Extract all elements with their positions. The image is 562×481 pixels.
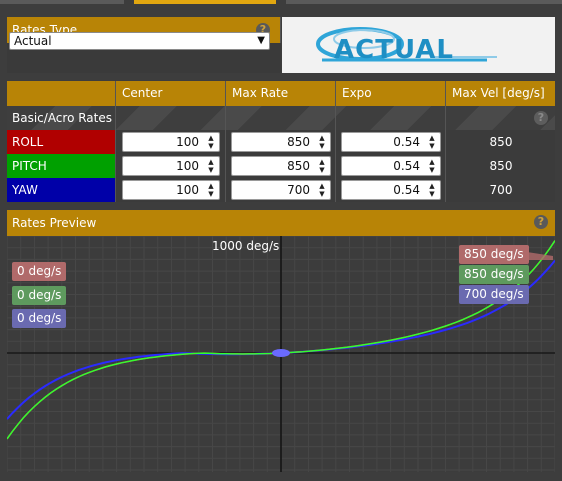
help-icon[interactable]: ? bbox=[534, 111, 548, 125]
stepper-icon[interactable]: ▲ ▼ bbox=[316, 134, 328, 150]
stepper-icon[interactable]: ▲ ▼ bbox=[205, 158, 217, 174]
rates-table: Center Sensitivity Max Rate Expo Max Vel… bbox=[7, 81, 555, 202]
actual-logo: ACTUAL bbox=[282, 17, 555, 73]
y-axis-max-label: 1000 deg/s bbox=[212, 239, 280, 253]
rates-type-selected-value: Actual bbox=[14, 34, 52, 48]
pitch-max-rate-badge: 850 deg/s bbox=[459, 265, 529, 284]
rates-preview-title: Rates Preview bbox=[12, 216, 97, 230]
help-icon[interactable]: ? bbox=[534, 215, 548, 229]
header-max-vel: Max Vel [deg/s] bbox=[445, 81, 555, 106]
actual-logo-text: ACTUAL bbox=[334, 35, 454, 65]
roll-max-rate-badge: 850 deg/s bbox=[459, 245, 529, 264]
table-row-yaw: YAW 100 ▲ ▼ 700 ▲ ▼ 0.54 ▲ ▼ 700 bbox=[7, 178, 555, 202]
table-header-row: Center Sensitivity Max Rate Expo Max Vel… bbox=[7, 81, 555, 125]
roll-center-sensitivity-input[interactable]: 100 ▲ ▼ bbox=[122, 132, 220, 152]
yaw-max-vel: 700 bbox=[447, 178, 555, 202]
yaw-max-rate-input[interactable]: 700 ▲ ▼ bbox=[231, 180, 331, 200]
section-label: Basic/Acro Rates bbox=[12, 111, 113, 125]
stepper-icon[interactable]: ▲ ▼ bbox=[426, 134, 438, 150]
column-divider bbox=[225, 81, 226, 202]
top-tab-strip bbox=[0, 0, 562, 5]
roll-current-rate-badge: 0 deg/s bbox=[12, 262, 67, 281]
rates-type-select[interactable]: Actual ▼ bbox=[9, 32, 270, 50]
tab-previous[interactable] bbox=[0, 0, 124, 4]
axis-label-roll: ROLL bbox=[7, 130, 115, 154]
column-divider bbox=[115, 81, 116, 202]
rates-preview-plot[interactable]: 1000 deg/s 0 deg/s 0 deg/s 0 deg/s 850 d… bbox=[7, 236, 555, 472]
stepper-icon[interactable]: ▲ ▼ bbox=[316, 182, 328, 198]
rates-preview-panel: Rates Preview ? 1000 deg/s 0 deg/s 0 deg… bbox=[7, 210, 555, 472]
yaw-max-rate-badge: 700 deg/s bbox=[459, 285, 529, 304]
header-expo: Expo bbox=[335, 81, 445, 106]
column-divider bbox=[335, 81, 336, 202]
pitch-current-rate-badge: 0 deg/s bbox=[12, 286, 67, 305]
yaw-expo-input[interactable]: 0.54 ▲ ▼ bbox=[341, 180, 441, 200]
roll-max-rate-input[interactable]: 850 ▲ ▼ bbox=[231, 132, 331, 152]
axis-label-pitch: PITCH bbox=[7, 154, 115, 178]
pitch-center-sensitivity-input[interactable]: 100 ▲ ▼ bbox=[122, 156, 220, 176]
header-center-sensitivity: Center Sensitivity bbox=[115, 81, 225, 125]
column-divider bbox=[445, 81, 446, 202]
chevron-down-icon: ▼ bbox=[257, 35, 265, 46]
roll-pointer bbox=[527, 252, 553, 260]
stepper-icon[interactable]: ▲ ▼ bbox=[426, 158, 438, 174]
stick-position-marker bbox=[272, 349, 290, 357]
pitch-max-vel: 850 bbox=[447, 154, 555, 178]
table-row-roll: ROLL 100 ▲ ▼ 850 ▲ ▼ 0.54 ▲ ▼ 850 bbox=[7, 130, 555, 154]
pitch-expo-input[interactable]: 0.54 ▲ ▼ bbox=[341, 156, 441, 176]
roll-max-vel: 850 bbox=[447, 130, 555, 154]
table-row-pitch: PITCH 100 ▲ ▼ 850 ▲ ▼ 0.54 ▲ ▼ 850 bbox=[7, 154, 555, 178]
stepper-icon[interactable]: ▲ ▼ bbox=[426, 182, 438, 198]
stepper-icon[interactable]: ▲ ▼ bbox=[205, 134, 217, 150]
rates-preview-header: Rates Preview ? bbox=[7, 210, 555, 236]
yaw-center-sensitivity-input[interactable]: 100 ▲ ▼ bbox=[122, 180, 220, 200]
actual-logo-graphic: ACTUAL bbox=[316, 27, 497, 65]
roll-expo-input[interactable]: 0.54 ▲ ▼ bbox=[341, 132, 441, 152]
pitch-max-rate-input[interactable]: 850 ▲ ▼ bbox=[231, 156, 331, 176]
stepper-icon[interactable]: ▲ ▼ bbox=[316, 158, 328, 174]
tab-next[interactable] bbox=[286, 0, 562, 4]
tab-active[interactable] bbox=[134, 0, 276, 4]
stepper-icon[interactable]: ▲ ▼ bbox=[205, 182, 217, 198]
axis-label-yaw: YAW bbox=[7, 178, 115, 202]
header-max-rate: Max Rate bbox=[225, 81, 335, 106]
yaw-current-rate-badge: 0 deg/s bbox=[12, 309, 67, 328]
section-row-basic-acro: Basic/Acro Rates ? bbox=[7, 106, 555, 130]
